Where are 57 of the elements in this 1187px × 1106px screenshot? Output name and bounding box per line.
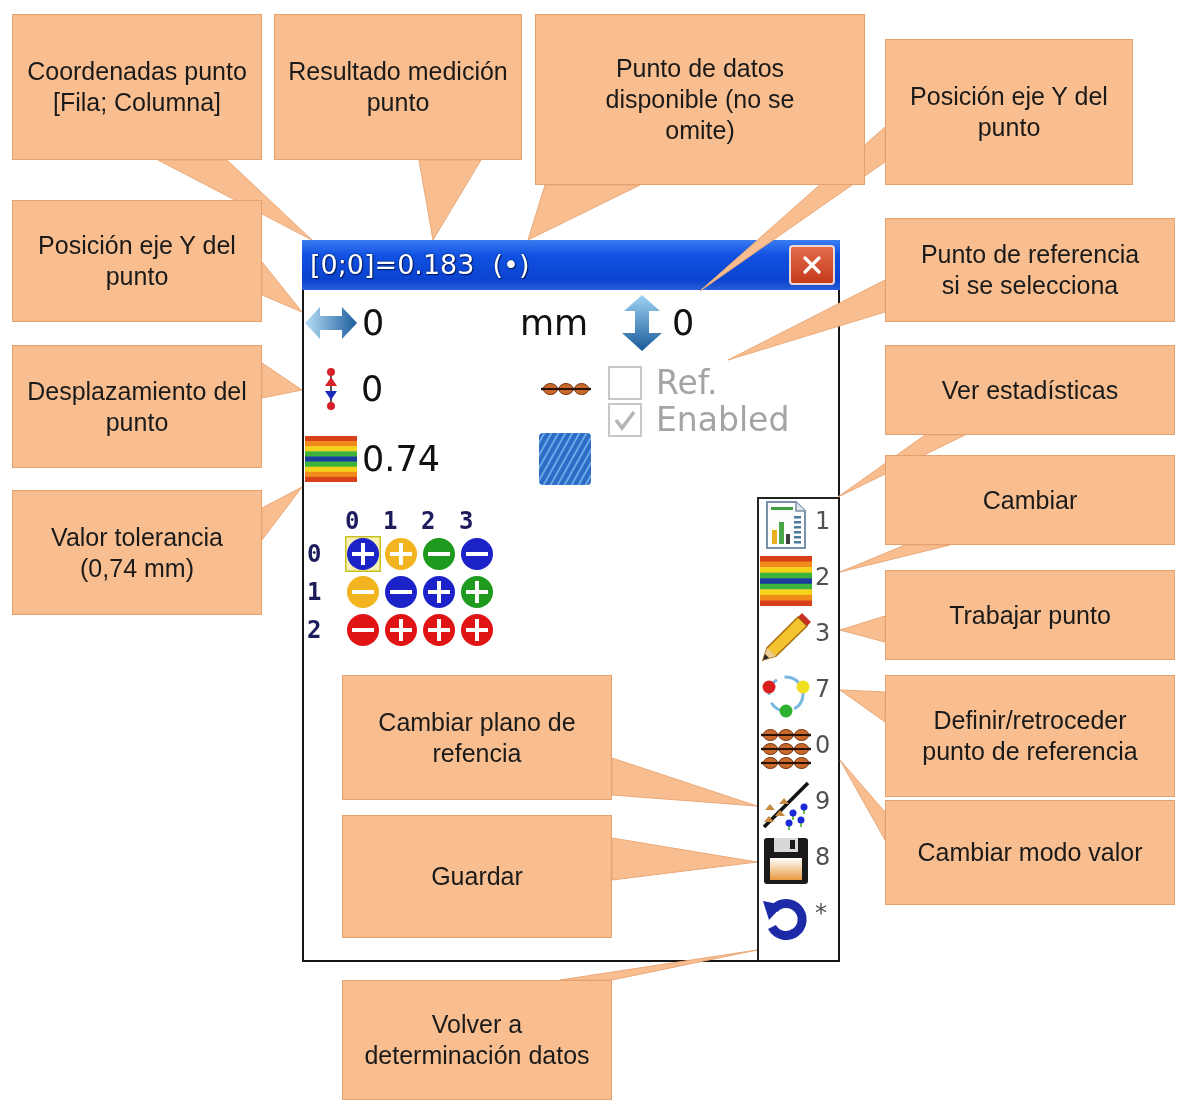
toolbar-button[interactable]: 8 [759, 835, 838, 891]
plus-circle-icon[interactable] [421, 574, 457, 610]
annotation-callout: Resultado medición punto [274, 14, 522, 160]
unit-label: mm [520, 303, 589, 343]
toolbar-button[interactable]: 7 [759, 667, 838, 723]
callout-pointer [839, 689, 886, 723]
row-label: 0 [306, 540, 322, 568]
row-label: 1 [306, 578, 322, 606]
pencil-icon [760, 612, 812, 662]
column-label: 3 [458, 507, 474, 535]
annotation-callout: Cambiar plano de refencia [342, 675, 612, 800]
data-indicator: (•) [492, 249, 530, 281]
annotation-callout: Definir/retroceder punto de referencia [885, 675, 1175, 797]
vertical-arrow-icon [622, 295, 662, 351]
horizontal-arrow-icon [305, 305, 357, 341]
annotation-callout: Posición eje Y del punto [885, 39, 1133, 185]
color-bands-icon [305, 435, 357, 482]
toolbar-button[interactable]: 1 [759, 499, 838, 555]
annotation-callout: Volver a determinación datos [342, 980, 612, 1100]
plus-circle-icon[interactable] [383, 612, 419, 648]
toolbar-button[interactable]: 2 [759, 555, 838, 611]
callout-pointer [261, 486, 303, 541]
close-button[interactable] [789, 245, 835, 285]
value-text: 0 [361, 369, 384, 409]
toolbar-button[interactable]: * [759, 891, 838, 947]
color-bands-icon [760, 556, 812, 606]
value-text: 0 [362, 303, 385, 343]
checkbox-label: Ref. [656, 364, 718, 401]
toolbar-button[interactable]: 9 [759, 779, 838, 835]
toolbar-button[interactable]: 3 [759, 611, 838, 667]
annotation-callout: Cambiar modo valor [885, 800, 1175, 905]
checkbox-label: Enabled [656, 401, 790, 438]
textured-tile-icon [538, 431, 592, 486]
close-icon [802, 255, 822, 275]
callout-pointer [261, 261, 303, 313]
annotation-callout: Punto de referencia si se selecciona [885, 218, 1175, 322]
annotation-callout: Desplazamiento del punto [12, 345, 262, 468]
up-down-markers-icon [323, 368, 339, 410]
value-text: 0.74 [362, 438, 440, 479]
column-label: 0 [344, 507, 360, 535]
plus-circle-icon[interactable] [345, 536, 381, 572]
column-label: 2 [420, 507, 436, 535]
window-title: [0;0]=0.183 [310, 249, 475, 281]
plus-circle-icon[interactable] [421, 612, 457, 648]
callout-pointer [261, 362, 303, 399]
toolbar-button[interactable]: 0 [759, 723, 838, 779]
column-label: 1 [382, 507, 398, 535]
diagonal-scatter-icon [760, 780, 812, 830]
row-label: 2 [306, 616, 322, 644]
minus-circle-icon[interactable] [345, 612, 381, 648]
annotation-callout: Guardar [342, 815, 612, 938]
annotation-callout: Valor tolerancia (0,74 mm) [12, 490, 262, 615]
minus-circle-icon[interactable] [459, 536, 495, 572]
plus-circle-icon[interactable] [459, 612, 495, 648]
minus-circle-icon[interactable] [383, 574, 419, 610]
callout-pointer [839, 615, 886, 643]
value-text: 0 [672, 303, 695, 343]
